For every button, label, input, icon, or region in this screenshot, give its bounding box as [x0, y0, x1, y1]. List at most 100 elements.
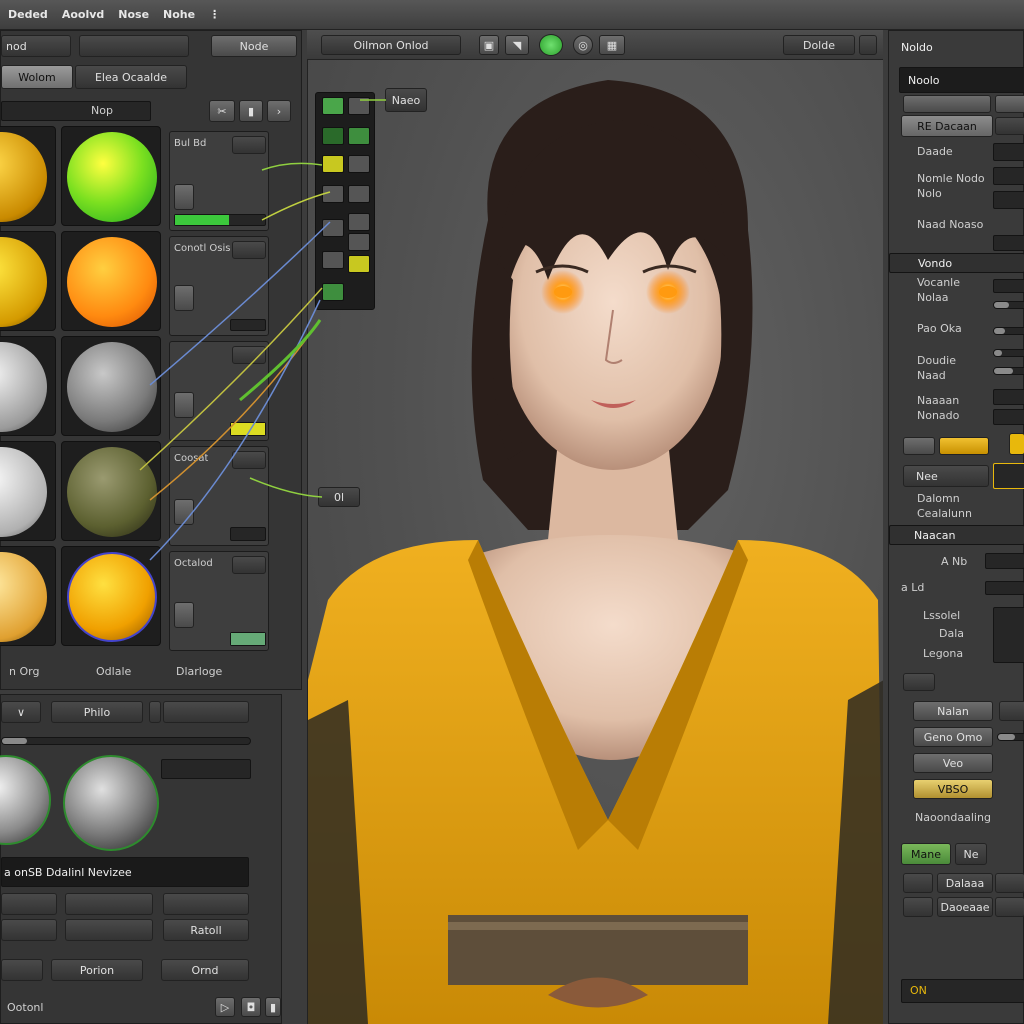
- material-thumb-4[interactable]: [61, 441, 161, 541]
- row-toggle-2[interactable]: [995, 95, 1024, 113]
- tab-wolom[interactable]: Wolom: [1, 65, 73, 89]
- material-thumb-2[interactable]: [61, 231, 161, 331]
- props-button[interactable]: [232, 346, 266, 364]
- node-chip-12[interactable]: [322, 251, 344, 269]
- 3d-viewport[interactable]: [307, 60, 883, 1024]
- prop-value-5[interactable]: [993, 279, 1024, 293]
- nee-dropdown[interactable]: Nee: [903, 465, 989, 487]
- row-button-5[interactable]: [65, 919, 153, 941]
- ornd-dropdown[interactable]: Ornd: [161, 959, 249, 981]
- top-node-button[interactable]: Node: [211, 35, 297, 57]
- node-chip-8[interactable]: [348, 185, 370, 203]
- list-row-icon-2[interactable]: [903, 897, 933, 917]
- material-props-1[interactable]: Bul Bd: [169, 131, 269, 231]
- menu-item-file[interactable]: Deded: [8, 8, 48, 21]
- mini-field-2[interactable]: [985, 581, 1024, 595]
- prop-slider-1[interactable]: [993, 301, 1024, 309]
- menu-overflow-icon[interactable]: ⋮: [209, 8, 220, 21]
- genoomo-button[interactable]: Geno Omo: [913, 727, 993, 747]
- props-slider[interactable]: [174, 214, 266, 226]
- color-swatch[interactable]: [1009, 433, 1024, 455]
- props-slider[interactable]: [230, 422, 266, 436]
- node-socket-icon[interactable]: [174, 184, 194, 210]
- square-icon[interactable]: ▮: [239, 100, 263, 122]
- preview-tab[interactable]: Philo: [51, 701, 143, 723]
- node-chip-9[interactable]: [322, 219, 344, 237]
- prop-slider-4[interactable]: [993, 367, 1024, 375]
- node-chip-10[interactable]: [348, 213, 370, 231]
- render-active-icon[interactable]: [539, 34, 563, 56]
- preview-field[interactable]: [161, 759, 251, 779]
- menu-item-edit[interactable]: Aoolvd: [62, 8, 104, 21]
- material-props-2[interactable]: Conotl Osis: [169, 236, 269, 336]
- row-button-4[interactable]: [1, 919, 57, 941]
- material-props-4[interactable]: Coosat: [169, 446, 269, 546]
- list-row-value-2[interactable]: [995, 897, 1024, 917]
- material-thumb-mesh-2[interactable]: [0, 231, 56, 331]
- ratoll-button[interactable]: Ratoll: [163, 919, 249, 941]
- list-row-value-1[interactable]: [995, 873, 1024, 893]
- node-popup[interactable]: Naeo: [385, 88, 427, 112]
- grid-icon[interactable]: ▦: [599, 35, 625, 55]
- tab-separator[interactable]: [149, 701, 161, 723]
- node-chip-2[interactable]: [348, 97, 370, 115]
- row-button-1[interactable]: [1, 893, 57, 915]
- prop-slider-3[interactable]: [993, 349, 1024, 357]
- preview-tab-2[interactable]: [163, 701, 249, 723]
- mode-button[interactable]: [903, 437, 935, 455]
- tab-ne[interactable]: Ne: [955, 843, 987, 865]
- props-button[interactable]: [232, 136, 266, 154]
- node-chip-6[interactable]: [348, 155, 370, 173]
- chevron-icon[interactable]: ›: [267, 100, 291, 122]
- selected-value[interactable]: [995, 117, 1024, 135]
- prop-value-1[interactable]: [993, 143, 1024, 161]
- material-thumb-mesh-5[interactable]: [0, 546, 56, 646]
- list-row-2[interactable]: Daoeaae: [937, 897, 993, 917]
- node-chip-14[interactable]: [322, 283, 344, 301]
- menu-item-node[interactable]: Nose: [118, 8, 149, 21]
- globe-icon[interactable]: ◎: [573, 35, 593, 55]
- list-toggle[interactable]: [903, 673, 935, 691]
- top-dropdown[interactable]: nod: [1, 35, 71, 57]
- viewport-mode-dropdown[interactable]: Oilmon Onlod: [321, 35, 461, 55]
- node-chip-5[interactable]: [322, 155, 344, 173]
- menu-item-help[interactable]: Nohe: [163, 8, 195, 21]
- material-thumb-mesh-3[interactable]: [0, 336, 56, 436]
- nalan-button[interactable]: Nalan: [913, 701, 993, 721]
- node-socket-icon[interactable]: [174, 392, 194, 418]
- props-button[interactable]: [232, 241, 266, 259]
- triangle-icon[interactable]: ◥: [505, 35, 529, 55]
- list-row-icon-1[interactable]: [903, 873, 933, 893]
- veo-button[interactable]: Veo: [913, 753, 993, 773]
- material-props-5[interactable]: Octalod: [169, 551, 269, 651]
- material-thumb-5[interactable]: [61, 546, 161, 646]
- scissors-icon[interactable]: ✂: [209, 100, 235, 122]
- curve-preview[interactable]: [993, 463, 1024, 489]
- node-chip-11[interactable]: [348, 233, 370, 251]
- node-socket-icon[interactable]: [174, 602, 194, 628]
- shield-icon[interactable]: ◘: [241, 997, 261, 1017]
- props-button[interactable]: [232, 556, 266, 574]
- props-slider[interactable]: [230, 632, 266, 646]
- preview-slider[interactable]: [1, 737, 251, 745]
- material-thumb-mesh-4[interactable]: [0, 441, 56, 541]
- row-toggle-1[interactable]: [903, 95, 991, 113]
- node-socket-icon[interactable]: [174, 285, 194, 311]
- props-slider[interactable]: [230, 527, 266, 541]
- vbso-button[interactable]: VBSO: [913, 779, 993, 799]
- list-preview[interactable]: [993, 607, 1024, 663]
- node-chip-1[interactable]: [322, 97, 344, 115]
- selected-item[interactable]: RE Dacaan: [901, 115, 993, 137]
- chevron-down-icon[interactable]: ∨: [1, 701, 41, 723]
- node-chip-3[interactable]: [322, 127, 344, 145]
- filter-field[interactable]: [1, 101, 151, 121]
- prop-value-4[interactable]: [993, 235, 1024, 251]
- props-button[interactable]: [232, 451, 266, 469]
- node-chip-4[interactable]: [348, 127, 370, 145]
- mini-field-1[interactable]: [985, 553, 1024, 569]
- tab-elea[interactable]: Elea Ocaalde: [75, 65, 187, 89]
- prop-value-6[interactable]: [993, 389, 1024, 405]
- prop-slider-2[interactable]: [993, 327, 1024, 335]
- node-chip-7[interactable]: [322, 185, 344, 203]
- cursor-icon[interactable]: ▷: [215, 997, 235, 1017]
